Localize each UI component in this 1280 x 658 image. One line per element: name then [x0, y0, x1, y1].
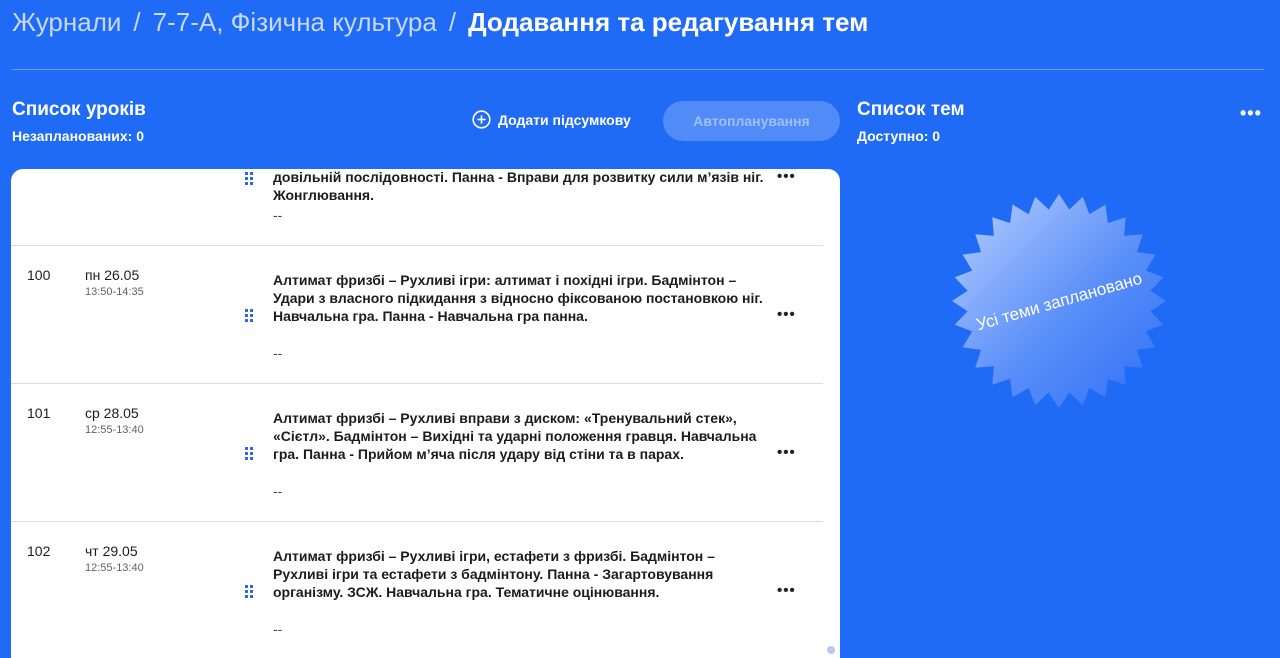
- breadcrumb: Журнали / 7-7-А, Фізична культура / Дода…: [12, 6, 868, 38]
- lesson-note: --: [273, 483, 283, 499]
- lesson-row: довільній послідовності. Панна - Вправи …: [11, 169, 823, 246]
- drag-handle-icon[interactable]: [245, 309, 254, 322]
- add-summary-button[interactable]: Додати підсумкову: [472, 110, 631, 129]
- topics-more-menu-button[interactable]: •••: [1240, 103, 1262, 124]
- lesson-row: 101 ср 28.05 12:55-13:40 Алтимат фризбі …: [11, 384, 823, 522]
- lesson-number: 101: [27, 405, 51, 421]
- all-topics-planned-badge: Усі теми заплановано: [950, 192, 1168, 410]
- breadcrumb-journals[interactable]: Журнали: [12, 6, 121, 38]
- lesson-note: --: [273, 345, 283, 361]
- lesson-time: 12:55-13:40: [85, 562, 144, 574]
- lesson-row: 100 пн 26.05 13:50-14:35 Алтимат фризбі …: [11, 246, 823, 384]
- lesson-more-button[interactable]: •••: [777, 582, 796, 599]
- lesson-more-button[interactable]: •••: [777, 444, 796, 461]
- available-count: Доступно: 0: [857, 128, 941, 144]
- lesson-time: 13:50-14:35: [85, 286, 144, 298]
- lesson-row: 102 чт 29.05 12:55-13:40 Алтимат фризбі …: [11, 522, 823, 658]
- lesson-topic: Алтимат фризбі – Рухливі ігри, естафети …: [273, 548, 715, 600]
- lesson-more-button[interactable]: •••: [777, 306, 796, 323]
- add-summary-label: Додати підсумкову: [498, 111, 631, 128]
- header-divider: [12, 69, 1264, 70]
- lesson-topic: Алтимат фризбі – Рухливі вправи з диском…: [273, 410, 757, 462]
- breadcrumb-separator: /: [133, 7, 141, 37]
- lesson-number: 102: [27, 543, 51, 559]
- breadcrumb-separator: /: [448, 7, 457, 37]
- scrollbar-thumb[interactable]: [827, 646, 835, 654]
- topics-editor-page: Журнали / 7-7-А, Фізична культура / Дода…: [0, 0, 1280, 658]
- drag-handle-icon[interactable]: [245, 172, 254, 185]
- plus-circle-icon: [472, 110, 491, 129]
- unplanned-count: Незапланованих: 0: [12, 128, 144, 144]
- lesson-topic: Алтимат фризбі – Рухливі ігри: алтимат і…: [273, 272, 763, 324]
- lesson-note: --: [273, 207, 283, 223]
- lesson-date: пн 26.05: [85, 267, 140, 283]
- autoplan-button[interactable]: Автопланування: [663, 101, 840, 141]
- lesson-date: ср 28.05: [85, 405, 139, 421]
- drag-handle-icon[interactable]: [245, 585, 254, 598]
- topics-list-title: Список тем: [857, 99, 965, 120]
- lesson-number: 100: [27, 267, 51, 283]
- breadcrumb-class-subject[interactable]: 7-7-А, Фізична культура: [153, 6, 437, 38]
- drag-handle-icon[interactable]: [245, 447, 254, 460]
- lessons-list-title: Список уроків: [12, 99, 146, 120]
- lesson-topic: довільній послідовності. Панна - Вправи …: [273, 169, 764, 203]
- lesson-note: --: [273, 621, 283, 637]
- lesson-more-button[interactable]: •••: [777, 169, 796, 185]
- page-title: Додавання та редагування тем: [468, 7, 869, 37]
- lesson-date: чт 29.05: [85, 543, 138, 559]
- lessons-list: довільній послідовності. Панна - Вправи …: [11, 169, 840, 658]
- lesson-time: 12:55-13:40: [85, 424, 144, 436]
